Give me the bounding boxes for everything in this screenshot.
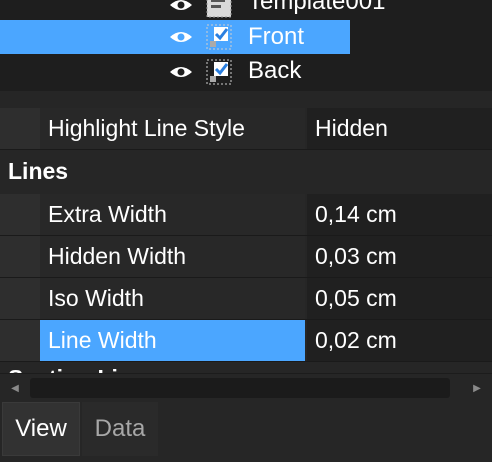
property-name: Iso Width (40, 278, 305, 319)
property-row-highlight-line-style[interactable]: Highlight Line Style Hidden (0, 108, 492, 150)
property-editor: Highlight Line Style Hidden Lines Extra … (0, 108, 492, 368)
scroll-right-arrow-icon[interactable]: ▶ (467, 378, 487, 398)
property-row-extra-width[interactable]: Extra Width 0,14 cm (0, 194, 492, 236)
property-row-line-width[interactable]: Line Width 0,02 cm (0, 320, 492, 362)
property-row-hidden-width[interactable]: Hidden Width 0,03 cm (0, 236, 492, 278)
view-checked-icon (205, 23, 233, 51)
row-gutter (0, 108, 40, 149)
group-header-lines[interactable]: Lines (0, 151, 492, 192)
property-value[interactable]: Hidden (307, 108, 492, 149)
row-gutter (0, 278, 40, 319)
tree-item-label: Front (248, 23, 305, 50)
property-value[interactable]: 0,02 cm (307, 320, 492, 361)
horizontal-scrollbar[interactable]: ◀ ▶ (0, 373, 492, 400)
tab-data[interactable]: Data (82, 402, 158, 456)
scrollbar-track[interactable] (30, 378, 450, 398)
property-name: Line Width (40, 320, 305, 361)
row-gutter (0, 236, 40, 277)
scroll-left-arrow-icon[interactable]: ◀ (5, 378, 25, 398)
eye-icon[interactable] (168, 29, 194, 45)
divider (0, 149, 492, 150)
view-checked-icon (205, 58, 233, 86)
property-name: Hidden Width (40, 236, 305, 277)
property-name: Highlight Line Style (40, 108, 305, 149)
template-page-icon (205, 0, 233, 19)
row-gutter (0, 194, 40, 235)
tree-item-label: Back (248, 57, 302, 84)
tree-view: Template001 Front Back (0, 0, 492, 91)
property-value[interactable]: 0,05 cm (307, 278, 492, 319)
property-value[interactable]: 0,03 cm (307, 236, 492, 277)
tree-item-label: Template001 (248, 0, 386, 15)
tab-view[interactable]: View (2, 402, 80, 456)
tree-item-front[interactable]: Front (0, 20, 350, 54)
property-name: Extra Width (40, 194, 305, 235)
eye-icon[interactable] (168, 0, 194, 13)
property-row-iso-width[interactable]: Iso Width 0,05 cm (0, 278, 492, 320)
divider (0, 361, 492, 362)
eye-icon[interactable] (168, 64, 194, 80)
row-gutter (0, 320, 40, 361)
property-value[interactable]: 0,14 cm (307, 194, 492, 235)
tab-bar: View Data (0, 400, 492, 462)
